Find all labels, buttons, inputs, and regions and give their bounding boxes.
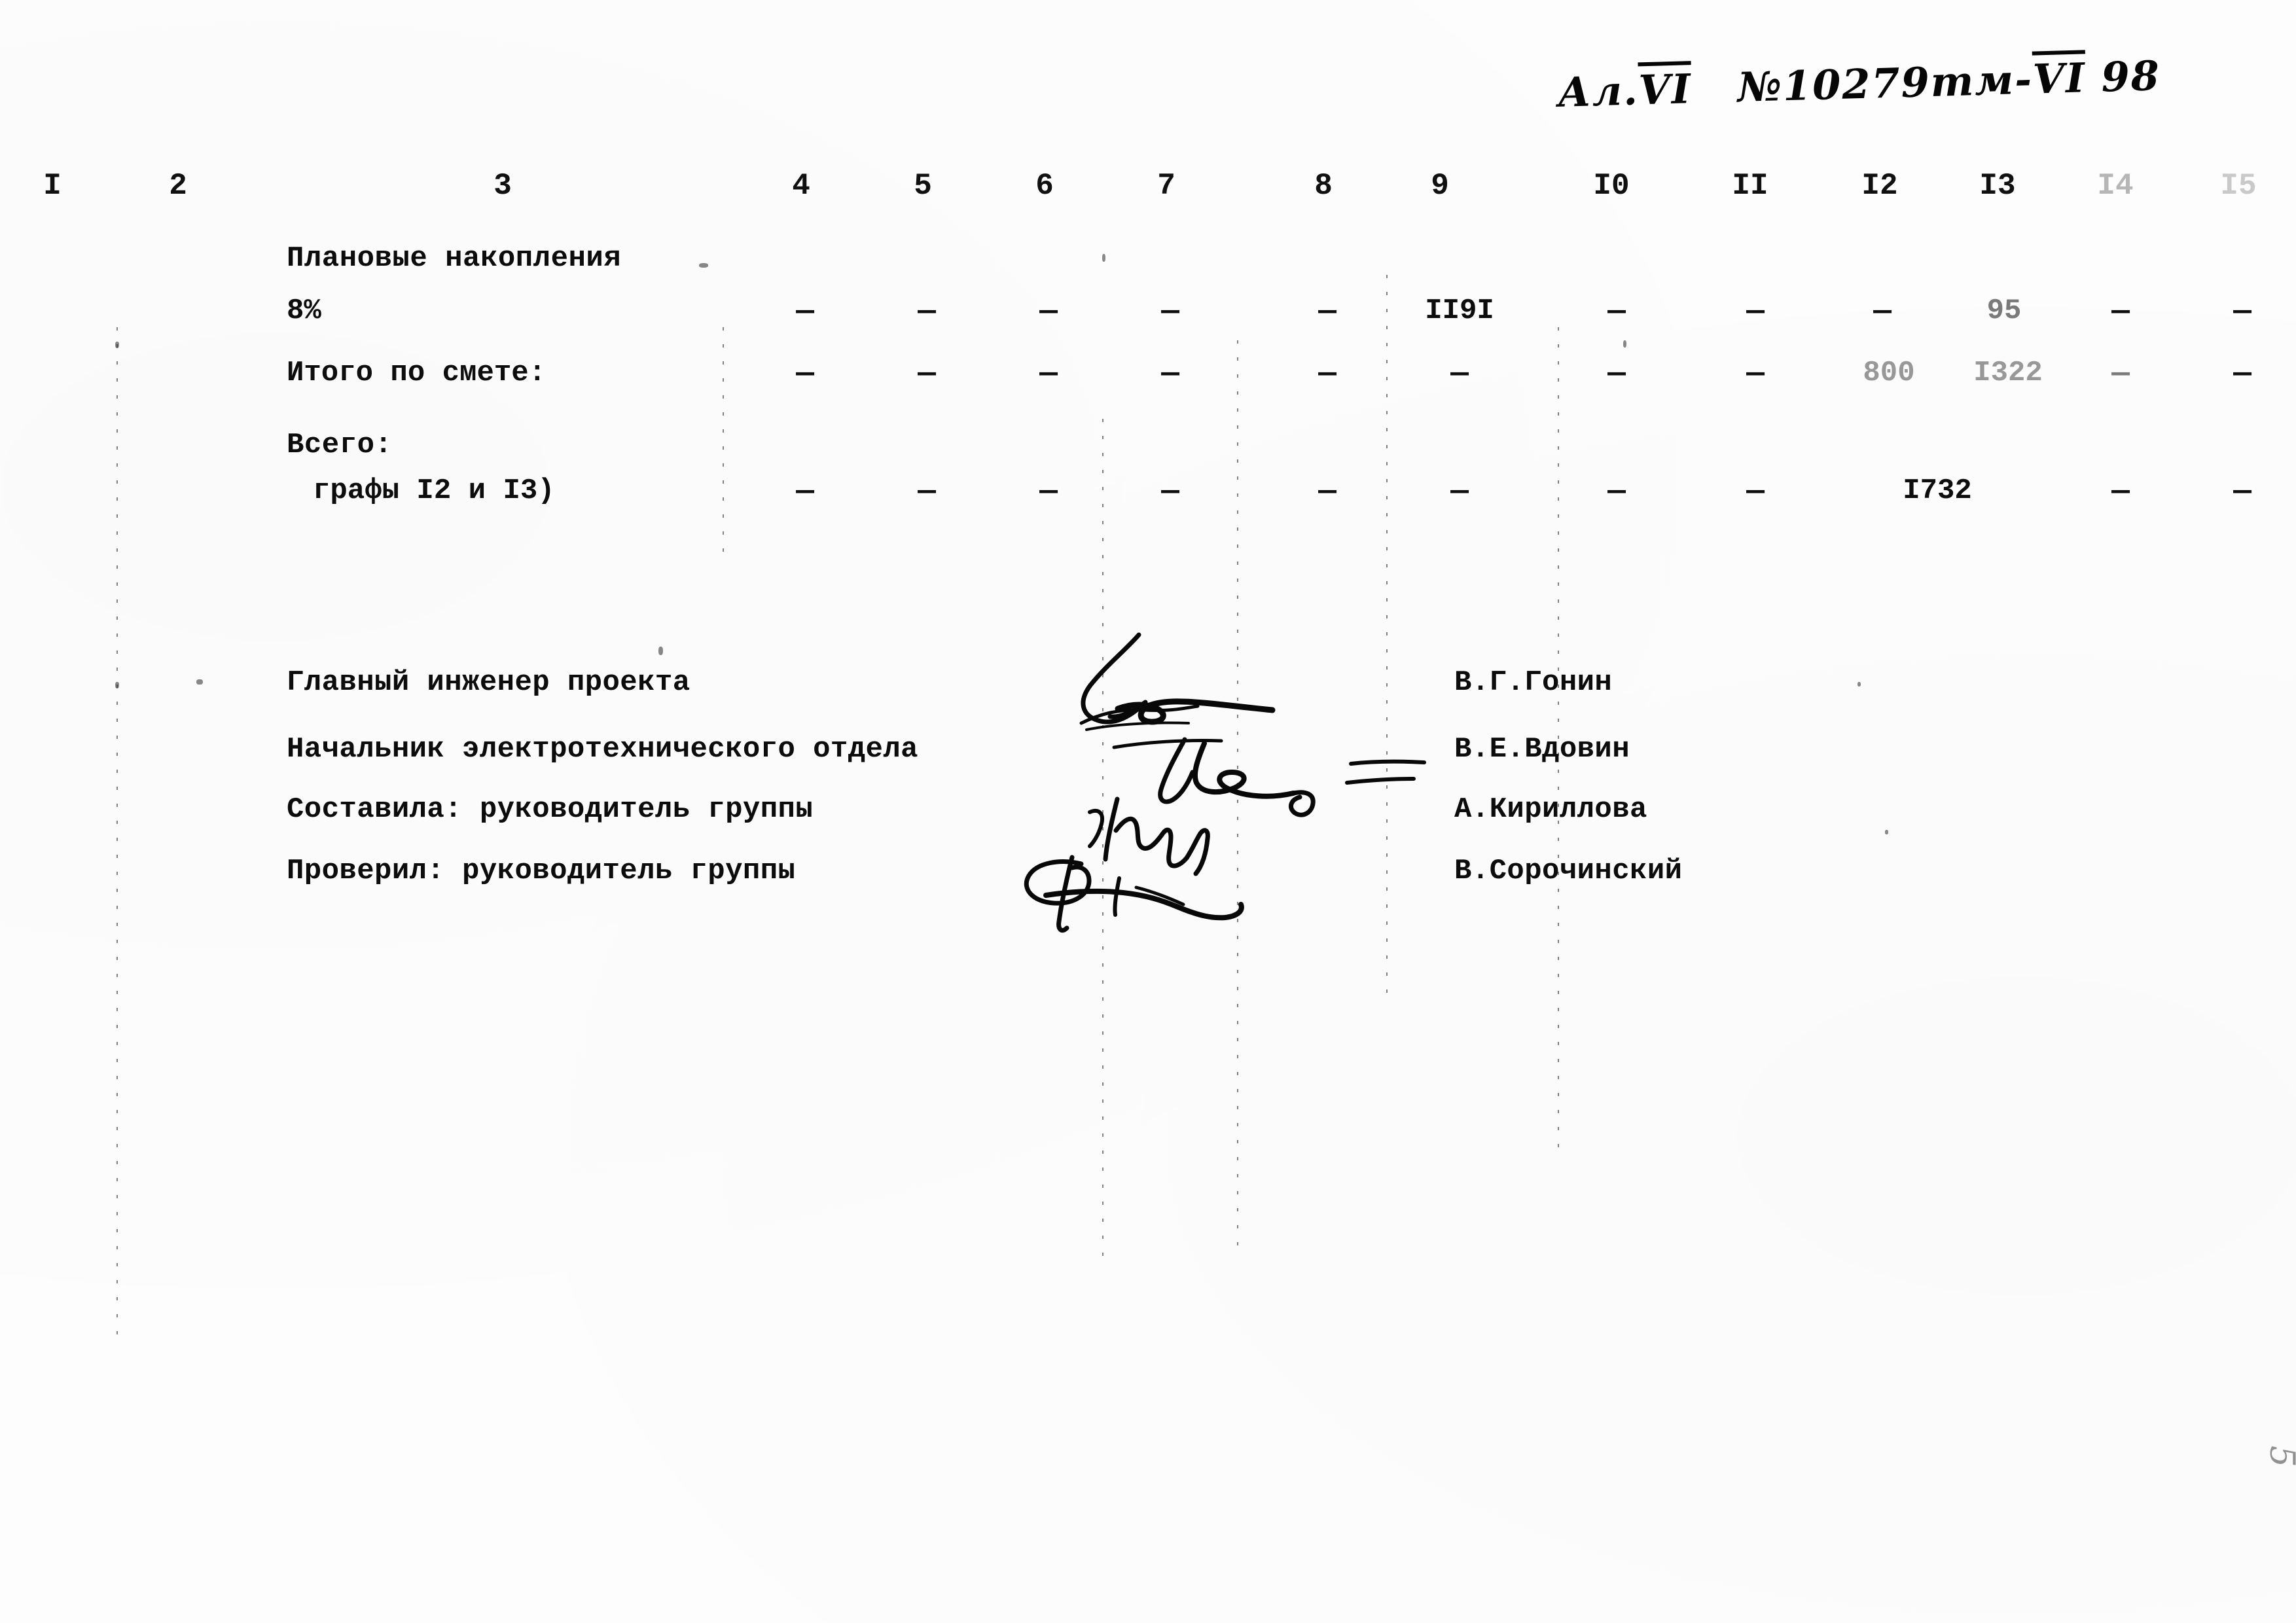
handwritten-sheet-annotation: Ал.VI №10279тм-VI 98 xyxy=(1557,52,2161,116)
scan-speck xyxy=(699,263,708,268)
row-1-col-9: II9I xyxy=(1425,294,1494,327)
row-1-col-6: — xyxy=(1039,294,1058,329)
row-2-col-6: — xyxy=(1039,357,1058,391)
row-2-col-11: — xyxy=(1746,357,1765,391)
table-row: 8% — — — — — II9I — — — 95 — — xyxy=(0,294,2296,340)
scan-speck xyxy=(115,342,119,348)
row-3-label-line-1: Всего: xyxy=(287,429,393,461)
row-3-label-line-2: графы I2 и I3) xyxy=(313,474,555,507)
scan-speck xyxy=(1102,254,1105,262)
scan-speck xyxy=(1623,340,1626,348)
row-1-col-10: — xyxy=(1607,294,1626,329)
row-2-col-8: — xyxy=(1318,357,1336,391)
row-3-col-9: — xyxy=(1450,474,1469,508)
column-number-7: 7 xyxy=(1157,169,1175,203)
column-number-5: 5 xyxy=(914,169,932,203)
row-2-col-12: 800 xyxy=(1863,357,1915,389)
column-number-13: I3 xyxy=(1979,169,2016,203)
signature-row: Главный инженер проекта В.Г.Гонин xyxy=(0,666,2296,719)
column-number-9: 9 xyxy=(1431,169,1449,203)
column-number-14: I4 xyxy=(2097,169,2134,203)
column-number-10: I0 xyxy=(1593,169,1630,203)
signature-name-department-head: В.Е.Вдовин xyxy=(1454,733,1630,766)
row-1-col-8: — xyxy=(1318,294,1336,329)
row-3-col-12: I732 xyxy=(1903,474,1972,507)
signature-name-chief-engineer: В.Г.Гонин xyxy=(1454,666,1613,699)
row-3-col-11: — xyxy=(1746,474,1765,508)
row-2-col-7: — xyxy=(1161,357,1179,391)
sheet-roman-numeral: VI xyxy=(1638,65,1693,115)
row-3-col-15: — xyxy=(2233,474,2251,508)
signature-row: Начальник электротехнического отдела В.Е… xyxy=(0,733,2296,785)
row-1-col-7: — xyxy=(1161,294,1179,329)
signature-name-checked-by: В.Сорочинский xyxy=(1454,855,1683,887)
scan-speck xyxy=(115,682,119,688)
row-2-label-line-1: Итого по смете: xyxy=(287,357,547,389)
column-number-8: 8 xyxy=(1314,169,1333,203)
row-3-col-4: — xyxy=(796,474,814,508)
signature-row: Составила: руководитель группы А.Кирилло… xyxy=(0,793,2296,846)
scan-speck xyxy=(196,679,203,685)
signature-role-chief-engineer: Главный инженер проекта xyxy=(287,666,691,699)
row-1-col-4: — xyxy=(796,294,814,329)
row-3-col-8: — xyxy=(1318,474,1336,508)
document-roman-numeral: VI xyxy=(2032,54,2087,103)
column-number-3: 3 xyxy=(493,169,512,203)
signature-role-department-head: Начальник электротехнического отдела xyxy=(287,733,918,766)
table-column-header-row: I 2 3 4 5 6 7 8 9 I0 II I2 I3 I4 I5 xyxy=(0,169,2296,211)
row-2-col-9: — xyxy=(1450,357,1469,391)
row-2-col-4: — xyxy=(796,357,814,391)
column-number-1: I xyxy=(43,169,62,203)
row-2-col-5: — xyxy=(918,357,936,391)
row-2-col-10: — xyxy=(1607,357,1626,391)
row-2-col-14: — xyxy=(2111,357,2130,391)
page-number: 5 xyxy=(2262,1446,2296,1467)
row-1-col-13: 95 xyxy=(1986,294,2022,327)
table-row: Итого по смете: — — — — — — — — 800 I322… xyxy=(0,357,2296,402)
column-number-4: 4 xyxy=(792,169,810,203)
column-number-11: II xyxy=(1732,169,1768,203)
scan-speck xyxy=(1885,830,1888,834)
row-2-col-13: I322 xyxy=(1973,357,2043,389)
document-number-suffix: 98 xyxy=(2100,52,2161,101)
row-1-col-11: — xyxy=(1746,294,1765,329)
column-number-2: 2 xyxy=(169,169,187,203)
row-1-col-14: — xyxy=(2111,294,2130,329)
signature-name-compiled-by: А.Кириллова xyxy=(1454,793,1647,826)
row-1-col-12: — xyxy=(1873,294,1892,329)
row-1-col-5: — xyxy=(918,294,936,329)
table-row: графы I2 и I3) — — — — — — — — I732 — — xyxy=(0,474,2296,520)
scan-speck xyxy=(1857,682,1861,687)
document-number: №10279тм- xyxy=(1736,55,2034,112)
column-number-15: I5 xyxy=(2220,169,2257,203)
signature-role-checked-by: Проверил: руководитель группы xyxy=(287,855,796,887)
row-3-col-10: — xyxy=(1607,474,1626,508)
row-3-col-6: — xyxy=(1039,474,1058,508)
column-number-6: 6 xyxy=(1035,169,1054,203)
document-page: Ал.VI №10279тм-VI 98 I 2 3 4 5 6 7 8 9 I0… xyxy=(0,0,2296,1623)
row-2-col-15: — xyxy=(2233,357,2251,391)
row-1-label-line-2: 8% xyxy=(287,294,321,327)
row-1-label-line-1: Плановые накопления xyxy=(287,242,622,275)
row-1-col-15: — xyxy=(2233,294,2251,329)
scan-speck xyxy=(658,647,663,655)
sheet-prefix: Ал. xyxy=(1557,66,1640,116)
row-3-col-5: — xyxy=(918,474,936,508)
row-3-col-14: — xyxy=(2111,474,2130,508)
column-number-12: I2 xyxy=(1861,169,1898,203)
signature-role-compiled-by: Составила: руководитель группы xyxy=(287,793,814,826)
row-3-col-7: — xyxy=(1161,474,1179,508)
signature-row: Проверил: руководитель группы В.Сорочинс… xyxy=(0,855,2296,907)
